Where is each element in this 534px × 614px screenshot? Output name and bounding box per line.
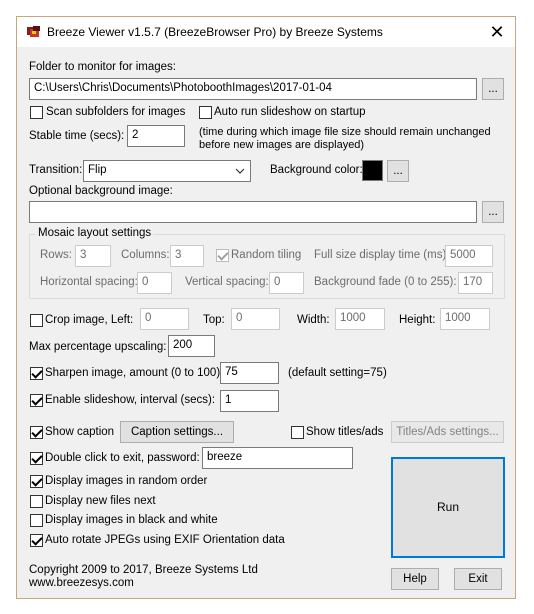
website-text: www.breezesys.com bbox=[29, 577, 134, 589]
double-click-exit-checkbox[interactable] bbox=[30, 452, 43, 465]
background-color-swatch bbox=[362, 160, 383, 181]
stable-time-input[interactable]: 2 bbox=[127, 125, 185, 147]
copyright-text: Copyright 2009 to 2017, Breeze Systems L… bbox=[29, 564, 258, 576]
transition-value: Flip bbox=[88, 164, 107, 176]
crop-top-input[interactable]: 0 bbox=[231, 308, 280, 330]
auto-rotate-label: Auto rotate JPEGs using EXIF Orientation… bbox=[45, 534, 285, 546]
columns-label: Columns: bbox=[121, 249, 170, 261]
slideshow-checkbox[interactable] bbox=[30, 394, 43, 407]
rows-input[interactable]: 3 bbox=[75, 245, 111, 267]
scan-subfolders-checkbox[interactable] bbox=[30, 106, 43, 119]
random-order-label: Display images in random order bbox=[45, 475, 208, 487]
crop-width-input[interactable]: 1000 bbox=[335, 308, 385, 330]
random-order-checkbox[interactable] bbox=[30, 475, 43, 488]
title-bar: Breeze Viewer v1.5.7 (BreezeBrowser Pro)… bbox=[17, 17, 515, 47]
random-tiling-label: Random tiling bbox=[231, 249, 302, 261]
titles-ads-settings-button[interactable]: Titles/Ads settings... bbox=[391, 421, 504, 443]
mosaic-group-title: Mosaic layout settings bbox=[36, 227, 154, 239]
stable-time-note-line1: (time during which image file size shoul… bbox=[199, 126, 491, 138]
rows-label: Rows: bbox=[40, 249, 72, 261]
sharpen-default-note: (default setting=75) bbox=[288, 367, 387, 379]
crop-height-input[interactable]: 1000 bbox=[440, 308, 490, 330]
breeze-viewer-dialog: Breeze Viewer v1.5.7 (BreezeBrowser Pro)… bbox=[16, 16, 516, 599]
auto-rotate-checkbox[interactable] bbox=[30, 534, 43, 547]
new-files-next-label: Display new files next bbox=[45, 495, 156, 507]
show-caption-checkbox[interactable] bbox=[30, 426, 43, 439]
show-titles-label: Show titles/ads bbox=[306, 426, 384, 438]
double-click-exit-label: Double click to exit, password: bbox=[45, 452, 200, 464]
run-button[interactable]: Run bbox=[391, 457, 505, 558]
horizontal-spacing-input[interactable]: 0 bbox=[137, 272, 172, 294]
crop-image-label: Crop image, Left: bbox=[45, 314, 134, 326]
black-white-label: Display images in black and white bbox=[45, 514, 218, 526]
app-icon bbox=[27, 26, 40, 37]
crop-top-label: Top: bbox=[203, 314, 225, 326]
caption-settings-button[interactable]: Caption settings... bbox=[120, 421, 234, 443]
folder-browse-button[interactable]: ... bbox=[482, 78, 504, 100]
sharpen-amount-input[interactable]: 75 bbox=[220, 362, 279, 384]
background-image-input[interactable] bbox=[29, 201, 477, 223]
slideshow-label: Enable slideshow, interval (secs): bbox=[45, 394, 216, 406]
stable-time-label: Stable time (secs): bbox=[29, 130, 125, 142]
columns-input[interactable]: 3 bbox=[170, 245, 204, 267]
background-color-label: Background color: bbox=[270, 164, 363, 176]
chevron-down-icon bbox=[235, 168, 245, 174]
show-caption-label: Show caption bbox=[45, 426, 115, 438]
horizontal-spacing-label: Horizontal spacing: bbox=[40, 276, 138, 288]
transition-label: Transition: bbox=[29, 164, 83, 176]
help-button[interactable]: Help bbox=[391, 568, 439, 590]
folder-label: Folder to monitor for images: bbox=[29, 61, 177, 73]
background-image-browse-button[interactable]: ... bbox=[482, 201, 504, 223]
vertical-spacing-label: Vertical spacing: bbox=[185, 276, 269, 288]
background-fade-input[interactable]: 170 bbox=[458, 272, 493, 294]
new-files-next-checkbox[interactable] bbox=[30, 495, 43, 508]
folder-path-input[interactable]: C:\Users\Chris\Documents\PhotoboothImage… bbox=[29, 78, 477, 100]
crop-left-input[interactable]: 0 bbox=[140, 308, 189, 330]
full-size-time-input[interactable]: 5000 bbox=[445, 245, 493, 267]
crop-image-checkbox[interactable] bbox=[30, 314, 43, 327]
transition-select[interactable]: Flip bbox=[83, 160, 251, 182]
window-title: Breeze Viewer v1.5.7 (BreezeBrowser Pro)… bbox=[47, 25, 383, 39]
show-titles-checkbox[interactable] bbox=[291, 426, 304, 439]
exit-password-input[interactable]: breeze bbox=[202, 447, 353, 469]
random-tiling-checkbox[interactable] bbox=[216, 249, 229, 262]
background-color-button[interactable]: ... bbox=[387, 160, 409, 182]
full-size-time-label: Full size display time (ms): bbox=[314, 249, 450, 261]
auto-run-label: Auto run slideshow on startup bbox=[214, 106, 366, 118]
background-fade-label: Background fade (0 to 255): bbox=[314, 276, 457, 288]
max-upscaling-input[interactable]: 200 bbox=[168, 335, 215, 357]
close-icon: ✕ bbox=[489, 22, 505, 42]
crop-width-label: Width: bbox=[297, 314, 330, 326]
black-white-checkbox[interactable] bbox=[30, 514, 43, 527]
stable-time-note-line2: before new images are displayed) bbox=[199, 139, 365, 151]
slideshow-interval-input[interactable]: 1 bbox=[220, 390, 279, 412]
scan-subfolders-label: Scan subfolders for images bbox=[46, 106, 186, 118]
auto-run-checkbox[interactable] bbox=[199, 106, 212, 119]
crop-height-label: Height: bbox=[399, 314, 436, 326]
sharpen-label: Sharpen image, amount (0 to 100): bbox=[45, 367, 224, 379]
vertical-spacing-input[interactable]: 0 bbox=[269, 272, 304, 294]
max-upscaling-label: Max percentage upscaling: bbox=[29, 341, 167, 353]
close-button[interactable]: ✕ bbox=[479, 17, 515, 47]
background-image-label: Optional background image: bbox=[29, 185, 173, 197]
sharpen-checkbox[interactable] bbox=[30, 367, 43, 380]
exit-button[interactable]: Exit bbox=[454, 568, 502, 590]
